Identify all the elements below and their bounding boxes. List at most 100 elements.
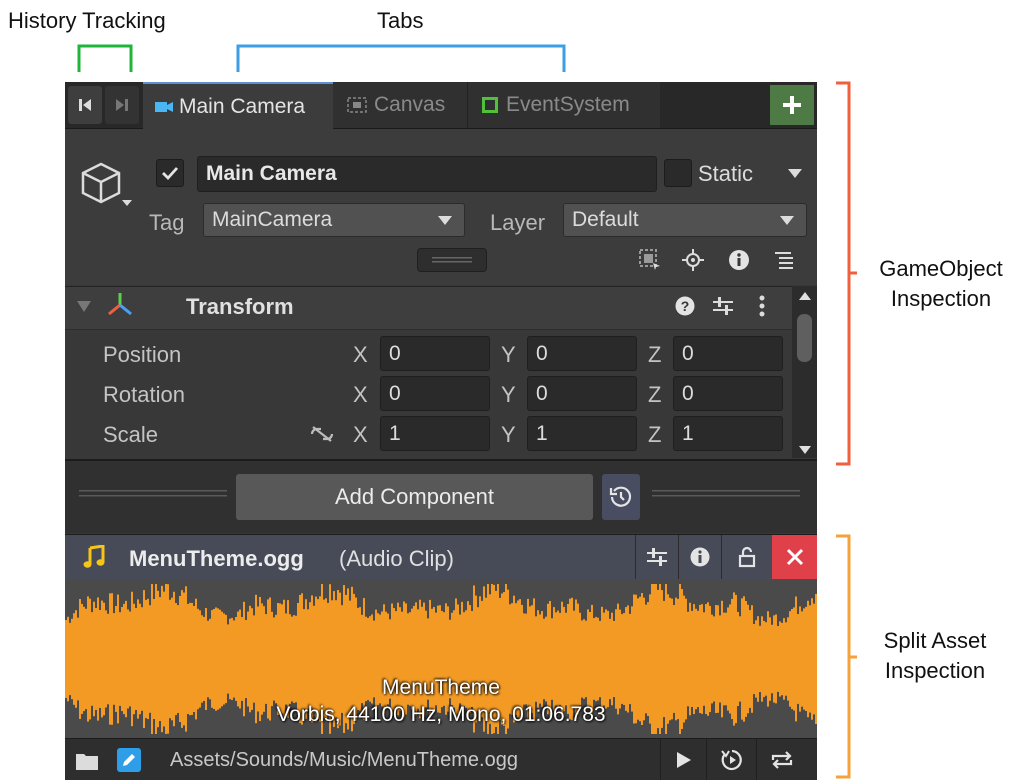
cube-icon — [79, 160, 135, 214]
gameobject-bracket — [836, 81, 857, 466]
asset-path: Assets/Sounds/Music/MenuTheme.ogg — [170, 749, 518, 771]
add-component-button[interactable]: Add Component — [236, 474, 593, 520]
asset-name: MenuTheme.ogg — [129, 546, 304, 571]
foldout-arrow-icon[interactable] — [77, 301, 91, 313]
position-x-field[interactable]: 0 — [380, 336, 490, 371]
rotation-x-field[interactable]: 0 — [380, 376, 490, 411]
waveform-bar — [267, 599, 269, 719]
drag-handle-icon — [432, 257, 472, 263]
help-icon[interactable]: ? — [675, 296, 695, 316]
asset-close-button[interactable] — [772, 535, 817, 579]
static-dropdown-arrow-icon[interactable] — [788, 169, 802, 179]
rotation-z-value: 0 — [682, 381, 694, 405]
split-asset-inspection-annotation: Split Asset Inspection — [860, 626, 1010, 686]
waveform-bar — [317, 599, 319, 719]
music-note-icon — [83, 545, 105, 569]
gameobject-inspection-annotation: GameObject Inspection — [866, 254, 1016, 314]
rotation-y-field[interactable]: 0 — [527, 376, 637, 411]
waveform-bar — [575, 599, 577, 719]
waveform-bar — [171, 597, 173, 721]
waveform-bar — [741, 598, 743, 720]
add-tab-button[interactable] — [770, 85, 814, 125]
asset-info-button[interactable] — [678, 535, 721, 579]
tag-dropdown[interactable]: MainCamera — [203, 203, 465, 237]
tab-main-camera[interactable]: Main Camera — [143, 82, 333, 129]
waveform-bar — [731, 598, 733, 720]
waveform-bar — [419, 599, 421, 719]
vertical-scrollbar[interactable] — [792, 286, 817, 458]
waveform-bar — [519, 599, 521, 719]
skip-forward-icon — [113, 96, 131, 114]
autoplay-icon — [720, 748, 744, 772]
position-z-field[interactable]: 0 — [673, 336, 783, 371]
asset-bracket — [836, 534, 857, 779]
waveform-bar — [363, 598, 365, 720]
checkmark-icon — [161, 165, 179, 181]
gameobject-inspection-line1: GameObject — [879, 256, 1003, 281]
scroll-up-arrow-icon[interactable] — [799, 292, 811, 300]
axis-x-label: X — [353, 382, 368, 407]
edit-asset-button[interactable] — [117, 748, 141, 772]
autoplay-button[interactable] — [706, 739, 756, 780]
waveform-bar — [429, 599, 431, 719]
waveform-preview: MenuTheme Vorbis, 44100 Hz, Mono, 01:06.… — [65, 580, 817, 738]
asset-settings-button[interactable] — [635, 535, 678, 579]
list-icon[interactable] — [773, 250, 795, 270]
rotation-label: Rotation — [103, 382, 185, 407]
waveform-bar — [669, 597, 671, 721]
position-label: Position — [103, 342, 182, 367]
scale-z-field[interactable]: 1 — [673, 416, 783, 451]
info-icon[interactable] — [728, 249, 750, 271]
asset-lock-button[interactable] — [721, 535, 772, 579]
gameobject-icon-button[interactable] — [79, 160, 135, 214]
preset-sliders-icon[interactable] — [713, 296, 733, 316]
waveform-bar — [671, 598, 673, 720]
tab-eventsystem[interactable]: EventSystem — [468, 82, 660, 128]
waveform-bar — [79, 599, 81, 719]
position-y-field[interactable]: 0 — [527, 336, 637, 371]
target-icon[interactable] — [682, 249, 704, 271]
active-checkbox[interactable] — [156, 159, 184, 187]
rotation-y-value: 0 — [536, 381, 548, 405]
scale-x-field[interactable]: 1 — [380, 416, 490, 451]
transform-title: Transform — [186, 294, 294, 319]
transform-row: Scale X 1 Y 1 Z 1 — [65, 414, 792, 454]
axis-y-label: Y — [501, 382, 516, 407]
loop-button[interactable] — [756, 739, 806, 780]
waveform-bar — [195, 598, 197, 720]
waveform-bar — [499, 597, 501, 721]
constrain-proportions-icon[interactable] — [309, 424, 335, 444]
more-options-icon[interactable] — [759, 295, 765, 317]
waveform-bar — [455, 598, 457, 720]
rotation-z-field[interactable]: 0 — [673, 376, 783, 411]
axis-x-label: X — [353, 342, 368, 367]
gameobject-name-field[interactable]: Main Camera — [197, 156, 657, 192]
history-forward-button[interactable] — [105, 86, 139, 124]
component-history-button[interactable] — [602, 474, 640, 520]
gameobject-name-value: Main Camera — [206, 162, 337, 185]
scale-y-field[interactable]: 1 — [527, 416, 637, 451]
close-icon — [786, 548, 804, 566]
gameobject-inspection-line2: Inspection — [890, 286, 992, 311]
layer-value: Default — [572, 208, 639, 231]
chevron-down-icon — [780, 216, 794, 226]
skip-back-icon — [76, 96, 94, 114]
static-checkbox[interactable] — [664, 159, 692, 187]
scrollbar-thumb[interactable] — [797, 314, 812, 362]
history-tracking-annotation: History Tracking — [8, 8, 166, 33]
tab-canvas[interactable]: Canvas — [333, 82, 468, 128]
play-button[interactable] — [660, 739, 706, 780]
header-resize-handle[interactable] — [417, 248, 487, 272]
layer-dropdown[interactable]: Default — [563, 203, 807, 237]
waveform-bar — [675, 597, 677, 721]
static-label: Static — [698, 161, 754, 186]
position-z-value: 0 — [682, 341, 694, 365]
select-icon[interactable] — [639, 249, 661, 271]
loop-icon — [770, 749, 794, 771]
plus-icon — [782, 95, 802, 115]
position-y-value: 0 — [536, 341, 548, 365]
scroll-down-arrow-icon[interactable] — [799, 446, 811, 454]
show-in-folder-button[interactable] — [75, 750, 99, 772]
waveform-bar — [571, 597, 573, 721]
history-back-button[interactable] — [68, 86, 102, 124]
